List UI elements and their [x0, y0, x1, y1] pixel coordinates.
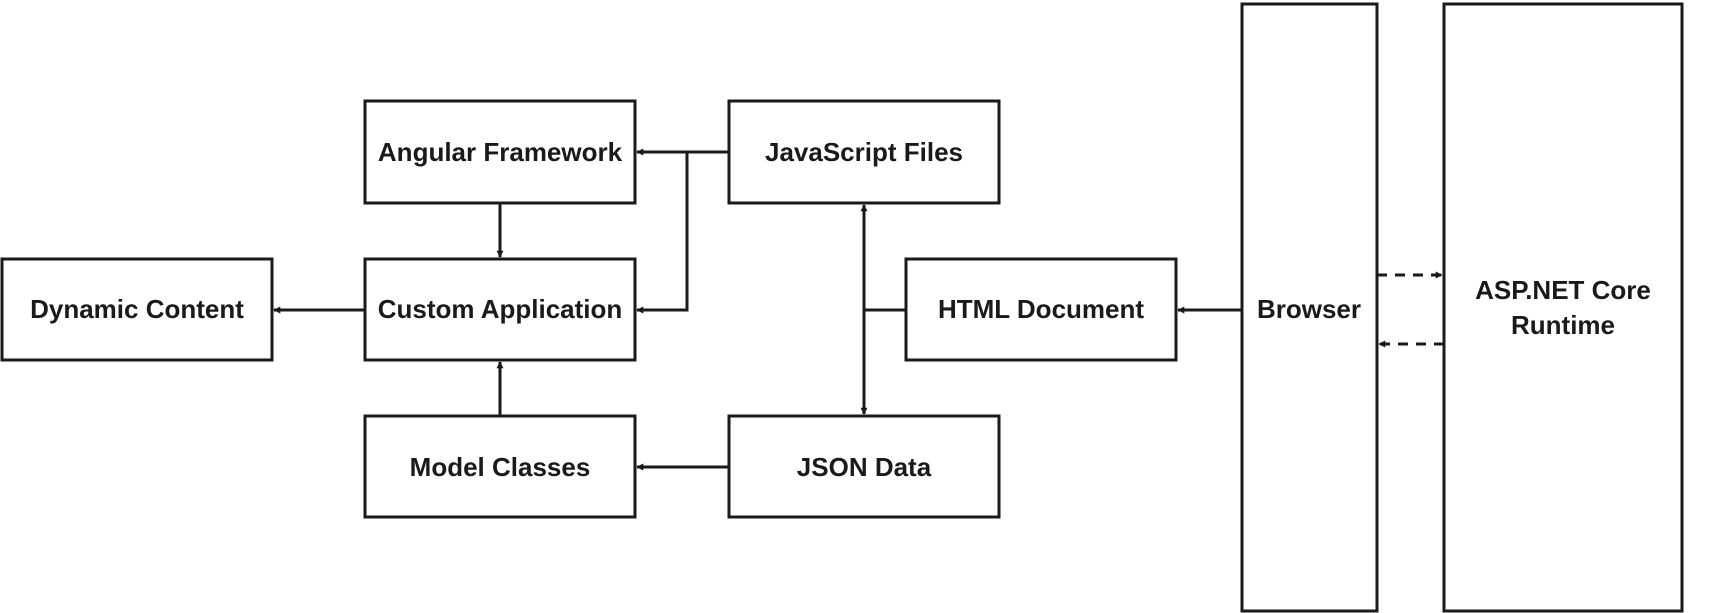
node-javascript-files: JavaScript Files	[727, 99, 1001, 205]
node-browser-label: Browser	[1257, 294, 1361, 324]
arrow-js-to-custom-app	[636, 152, 689, 314]
node-aspnet-core-runtime: ASP.NET Core Runtime	[1442, 2, 1684, 613]
node-dynamic-content: Dynamic Content	[0, 257, 274, 362]
node-angular-framework: Angular Framework	[363, 99, 637, 205]
node-aspnet-label-line2: Runtime	[1511, 310, 1615, 340]
node-json-data: JSON Data	[727, 414, 1001, 519]
node-json-data-label: JSON Data	[797, 452, 932, 482]
node-model-classes: Model Classes	[363, 414, 637, 519]
node-model-classes-label: Model Classes	[410, 452, 591, 482]
node-aspnet-label-line1: ASP.NET Core	[1475, 275, 1651, 305]
node-javascript-files-label: JavaScript Files	[765, 137, 963, 167]
architecture-diagram: Angular Framework JavaScript Files Dynam…	[0, 2, 1684, 613]
node-html-document-label: HTML Document	[938, 294, 1144, 324]
node-angular-framework-label: Angular Framework	[378, 137, 623, 167]
node-browser: Browser	[1240, 2, 1379, 613]
node-dynamic-content-label: Dynamic Content	[30, 294, 244, 324]
node-custom-application: Custom Application	[363, 257, 637, 362]
node-custom-application-label: Custom Application	[378, 294, 623, 324]
node-html-document: HTML Document	[904, 257, 1178, 362]
